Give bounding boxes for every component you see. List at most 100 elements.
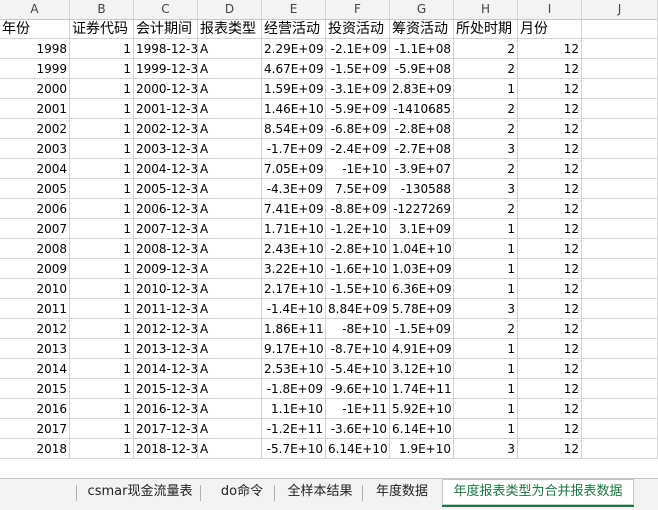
data-cell[interactable]: -3.9E+07: [390, 159, 454, 179]
data-cell[interactable]: 2018-12-3: [134, 439, 198, 459]
data-cell[interactable]: A: [198, 419, 262, 439]
data-cell[interactable]: 2000-12-3: [134, 79, 198, 99]
data-cell[interactable]: 1998: [0, 39, 70, 59]
data-cell[interactable]: [582, 199, 658, 219]
data-cell[interactable]: A: [198, 359, 262, 379]
data-cell[interactable]: 7.41E+09: [262, 199, 326, 219]
data-cell[interactable]: 1: [454, 79, 518, 99]
header-cell[interactable]: 所处时期: [454, 19, 518, 39]
data-cell[interactable]: 1: [454, 279, 518, 299]
data-cell[interactable]: 1: [70, 59, 134, 79]
column-header-g[interactable]: G: [390, 0, 454, 19]
data-cell[interactable]: A: [198, 319, 262, 339]
data-cell[interactable]: -130588: [390, 179, 454, 199]
data-cell[interactable]: 3: [454, 179, 518, 199]
data-cell[interactable]: 1: [454, 399, 518, 419]
data-cell[interactable]: -2.8E+08: [390, 119, 454, 139]
data-cell[interactable]: [582, 379, 658, 399]
spreadsheet-grid[interactable]: ABCDEFGHIJ 年份 证券代码 会计期间 报表类型 经营活动 投资活动 筹资活动 所处时…: [0, 0, 658, 478]
data-cell[interactable]: 12: [518, 199, 582, 219]
data-cell[interactable]: 2007: [0, 219, 70, 239]
data-cell[interactable]: -1.5E+10: [326, 279, 390, 299]
data-cell[interactable]: 1.74E+11: [390, 379, 454, 399]
data-cell[interactable]: -1.2E+10: [326, 219, 390, 239]
data-cell[interactable]: 4.91E+09: [390, 339, 454, 359]
data-cell[interactable]: 2008-12-3: [134, 239, 198, 259]
data-cell[interactable]: [582, 359, 658, 379]
data-cell[interactable]: 2014-12-3: [134, 359, 198, 379]
column-header-j[interactable]: J: [582, 0, 658, 19]
data-cell[interactable]: A: [198, 79, 262, 99]
data-cell[interactable]: 1: [70, 319, 134, 339]
data-cell[interactable]: 2003: [0, 139, 70, 159]
data-cell[interactable]: 1: [454, 259, 518, 279]
data-cell[interactable]: 12: [518, 139, 582, 159]
data-cell[interactable]: 2015-12-3: [134, 379, 198, 399]
data-cell[interactable]: -2.4E+09: [326, 139, 390, 159]
data-cell[interactable]: 2006-12-3: [134, 199, 198, 219]
data-cell[interactable]: 2001: [0, 99, 70, 119]
data-cell[interactable]: -5.9E+09: [326, 99, 390, 119]
data-cell[interactable]: 1: [454, 359, 518, 379]
data-cell[interactable]: -3.1E+09: [326, 79, 390, 99]
header-cell[interactable]: 年份: [0, 19, 70, 39]
data-cell[interactable]: A: [198, 39, 262, 59]
data-cell[interactable]: 2.17E+10: [262, 279, 326, 299]
data-cell[interactable]: 2: [454, 39, 518, 59]
data-cell[interactable]: 2005-12-3: [134, 179, 198, 199]
header-cell[interactable]: 投资活动: [326, 19, 390, 39]
data-cell[interactable]: 2012: [0, 319, 70, 339]
data-cell[interactable]: 2.43E+10: [262, 239, 326, 259]
data-cell[interactable]: 2: [454, 319, 518, 339]
data-cell[interactable]: 1: [70, 159, 134, 179]
data-cell[interactable]: A: [198, 299, 262, 319]
data-cell[interactable]: A: [198, 339, 262, 359]
data-cell[interactable]: -2.8E+10: [326, 239, 390, 259]
data-cell[interactable]: 2017-12-3: [134, 419, 198, 439]
data-cell[interactable]: [582, 179, 658, 199]
data-cell[interactable]: 2000: [0, 79, 70, 99]
data-cell[interactable]: 12: [518, 119, 582, 139]
data-cell[interactable]: 1.1E+10: [262, 399, 326, 419]
data-cell[interactable]: [582, 99, 658, 119]
sheet-tab[interactable]: 全样本结果: [278, 479, 362, 505]
data-cell[interactable]: 6.14E+10: [326, 439, 390, 459]
data-cell[interactable]: [582, 259, 658, 279]
data-cell[interactable]: 2006: [0, 199, 70, 219]
data-cell[interactable]: A: [198, 239, 262, 259]
data-cell[interactable]: 1999: [0, 59, 70, 79]
data-cell[interactable]: 1: [70, 199, 134, 219]
data-cell[interactable]: 12: [518, 179, 582, 199]
data-cell[interactable]: 12: [518, 219, 582, 239]
data-cell[interactable]: 2: [454, 199, 518, 219]
data-cell[interactable]: 1: [70, 339, 134, 359]
data-cell[interactable]: 3: [454, 439, 518, 459]
column-header-c[interactable]: C: [134, 0, 198, 19]
data-cell[interactable]: 9.17E+10: [262, 339, 326, 359]
data-cell[interactable]: 2010-12-3: [134, 279, 198, 299]
header-cell[interactable]: 会计期间: [134, 19, 198, 39]
data-cell[interactable]: 1: [70, 119, 134, 139]
data-cell[interactable]: [582, 139, 658, 159]
data-cell[interactable]: -1.5E+09: [390, 319, 454, 339]
data-cell[interactable]: 2013-12-3: [134, 339, 198, 359]
data-cell[interactable]: 2: [454, 119, 518, 139]
column-header-a[interactable]: A: [0, 0, 70, 19]
data-cell[interactable]: 2.53E+10: [262, 359, 326, 379]
data-cell[interactable]: 8.54E+09: [262, 119, 326, 139]
data-cell[interactable]: -1.1E+08: [390, 39, 454, 59]
data-cell[interactable]: -8.7E+10: [326, 339, 390, 359]
data-cell[interactable]: 12: [518, 379, 582, 399]
data-cell[interactable]: 2008: [0, 239, 70, 259]
data-cell[interactable]: 2007-12-3: [134, 219, 198, 239]
data-cell[interactable]: -9.6E+10: [326, 379, 390, 399]
data-cell[interactable]: [582, 319, 658, 339]
data-cell[interactable]: 1.46E+10: [262, 99, 326, 119]
header-cell[interactable]: 经营活动: [262, 19, 326, 39]
data-cell[interactable]: 3: [454, 299, 518, 319]
data-cell[interactable]: 1.59E+09: [262, 79, 326, 99]
data-cell[interactable]: 12: [518, 439, 582, 459]
data-cell[interactable]: -1.7E+09: [262, 139, 326, 159]
data-cell[interactable]: 1: [70, 139, 134, 159]
data-cell[interactable]: A: [198, 259, 262, 279]
